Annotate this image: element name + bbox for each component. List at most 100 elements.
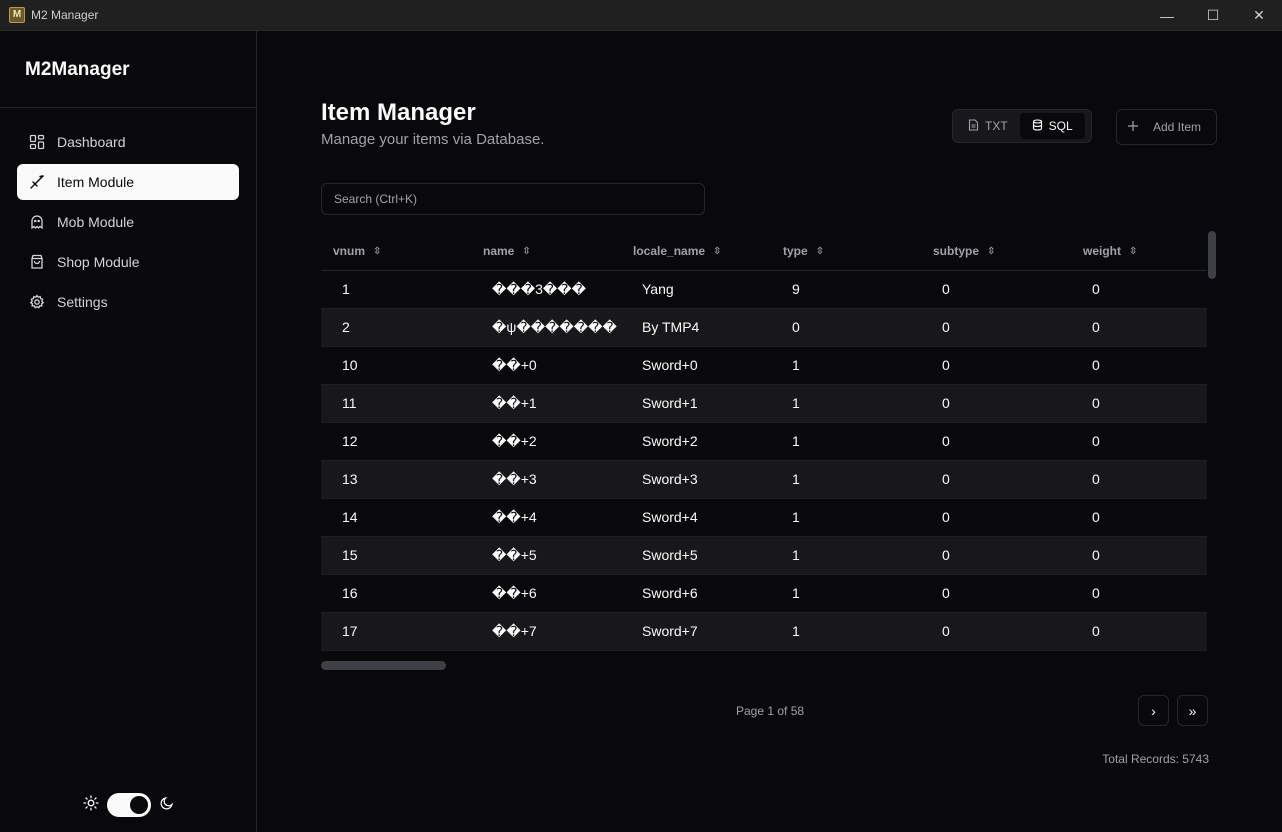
file-text-icon <box>968 118 979 134</box>
cell-name: ���3��� <box>471 270 621 309</box>
cell-name: ��+7 <box>471 612 621 651</box>
mode-txt-button[interactable]: TXT <box>956 113 1020 139</box>
mode-sql-label: SQL <box>1048 119 1073 133</box>
mode-sql-button[interactable]: SQL <box>1019 113 1085 139</box>
gear-icon <box>29 294 45 310</box>
window-title: M2 Manager <box>31 8 99 22</box>
sidebar-item-label: Shop Module <box>57 254 140 270</box>
last-page-button[interactable]: » <box>1177 695 1208 726</box>
cell-type: 1 <box>771 574 921 613</box>
cell-vnum: 15 <box>321 536 471 575</box>
vertical-scrollbar[interactable] <box>1208 231 1216 279</box>
close-button[interactable]: ✕ <box>1236 0 1282 31</box>
cell-vnum: 16 <box>321 574 471 613</box>
cell-vnum: 13 <box>321 460 471 499</box>
cell-subtype: 0 <box>921 574 1071 613</box>
cell-locale-name: Sword+5 <box>621 536 771 575</box>
sidebar-item-label: Mob Module <box>57 214 135 230</box>
column-header-subtype[interactable]: subtype ⇳ <box>921 232 1071 271</box>
double-chevron-right-icon: » <box>1188 702 1197 719</box>
cell-weight: 0 <box>1071 574 1207 613</box>
cell-name: ��+1 <box>471 384 621 423</box>
cell-locale-name: Sword+6 <box>621 574 771 613</box>
cell-type: 9 <box>771 270 921 309</box>
grid-icon <box>29 134 45 150</box>
table-row[interactable]: 10 ��+0 Sword+0 1 0 0 <box>321 346 1207 385</box>
search-input[interactable] <box>321 183 705 215</box>
column-header-type[interactable]: type ⇳ <box>771 232 921 271</box>
sidebar: M2Manager Dashboard Item Module Mob Modu… <box>0 31 257 832</box>
table-row[interactable]: 2 �ψ������� By TMP4 0 0 0 <box>321 308 1207 347</box>
cell-name: ��+4 <box>471 498 621 537</box>
cell-subtype: 0 <box>921 498 1071 537</box>
cell-name: ��+6 <box>471 574 621 613</box>
cell-type: 0 <box>771 308 921 347</box>
maximize-button[interactable]: ☐ <box>1190 0 1236 31</box>
moon-icon <box>159 795 175 816</box>
column-header-vnum[interactable]: vnum ⇳ <box>321 232 471 271</box>
theme-switch[interactable] <box>107 793 151 817</box>
column-header-weight[interactable]: weight ⇳ <box>1071 232 1207 271</box>
cell-locale-name: By TMP4 <box>621 308 771 347</box>
sidebar-item-mob-module[interactable]: Mob Module <box>17 204 239 240</box>
next-page-button[interactable]: › <box>1138 695 1169 726</box>
table-row[interactable]: 14 ��+4 Sword+4 1 0 0 <box>321 498 1207 537</box>
sidebar-item-dashboard[interactable]: Dashboard <box>17 124 239 160</box>
cell-weight: 0 <box>1071 384 1207 423</box>
sidebar-item-label: Item Module <box>57 174 135 190</box>
table-row[interactable]: 16 ��+6 Sword+6 1 0 0 <box>321 574 1207 613</box>
sort-icon: ⇳ <box>815 246 825 258</box>
cell-vnum: 1 <box>321 270 471 309</box>
window-titlebar: M M2 Manager — ☐ ✕ <box>0 0 1282 31</box>
column-header-locale-name[interactable]: locale_name ⇳ <box>621 232 771 271</box>
cell-name: �ψ������� <box>471 308 621 347</box>
cell-type: 1 <box>771 612 921 651</box>
cell-weight: 0 <box>1071 612 1207 651</box>
cell-name: ��+0 <box>471 346 621 385</box>
minimize-button[interactable]: — <box>1144 0 1190 31</box>
sort-icon: ⇳ <box>373 246 382 258</box>
sidebar-item-label: Dashboard <box>57 134 126 150</box>
theme-toggle <box>83 793 175 817</box>
horizontal-scrollbar[interactable] <box>321 661 446 670</box>
cell-type: 1 <box>771 422 921 461</box>
cell-vnum: 11 <box>321 384 471 423</box>
cell-locale-name: Sword+2 <box>621 422 771 461</box>
main-content: Item Manager Manage your items via Datab… <box>257 31 1282 832</box>
table-row[interactable]: 11 ��+1 Sword+1 1 0 0 <box>321 384 1207 423</box>
sidebar-nav: Dashboard Item Module Mob Module Shop Mo… <box>0 108 256 320</box>
cell-locale-name: Sword+0 <box>621 346 771 385</box>
table-header-row: vnum ⇳ name ⇳ locale_name ⇳ type ⇳ subtype ⇳ … <box>321 232 1207 271</box>
sidebar-item-item-module[interactable]: Item Module <box>17 164 239 200</box>
total-records: Total Records: 5743 <box>1102 752 1209 766</box>
cell-weight: 0 <box>1071 498 1207 537</box>
chevron-right-icon: › <box>1151 702 1156 719</box>
page-indicator: Page 1 of 58 <box>736 704 805 718</box>
add-item-button[interactable]: Add Item <box>1116 109 1217 145</box>
table-row[interactable]: 13 ��+3 Sword+3 1 0 0 <box>321 460 1207 499</box>
cell-locale-name: Sword+3 <box>621 460 771 499</box>
sidebar-item-settings[interactable]: Settings <box>17 284 239 320</box>
cell-name: ��+3 <box>471 460 621 499</box>
items-table-container: vnum ⇳ name ⇳ locale_name ⇳ type ⇳ subtype ⇳ … <box>321 232 1207 652</box>
table-row[interactable]: 12 ��+2 Sword+2 1 0 0 <box>321 422 1207 461</box>
cell-vnum: 17 <box>321 612 471 651</box>
table-row[interactable]: 15 ��+5 Sword+5 1 0 0 <box>321 536 1207 575</box>
cell-vnum: 10 <box>321 346 471 385</box>
cell-weight: 0 <box>1071 422 1207 461</box>
cell-subtype: 0 <box>921 422 1071 461</box>
cell-weight: 0 <box>1071 346 1207 385</box>
add-item-label: Add Item <box>1153 120 1202 134</box>
cell-vnum: 14 <box>321 498 471 537</box>
cell-type: 1 <box>771 498 921 537</box>
sort-icon: ⇳ <box>987 246 996 258</box>
sidebar-item-shop-module[interactable]: Shop Module <box>17 244 239 280</box>
app-logo-icon: M <box>9 7 25 23</box>
table-row[interactable]: 1 ���3��� Yang 9 0 0 <box>321 270 1207 309</box>
cell-type: 1 <box>771 384 921 423</box>
cell-locale-name: Sword+4 <box>621 498 771 537</box>
column-header-name[interactable]: name ⇳ <box>471 232 621 271</box>
cell-type: 1 <box>771 460 921 499</box>
page-title: Item Manager <box>321 99 476 126</box>
table-row[interactable]: 17 ��+7 Sword+7 1 0 0 <box>321 612 1207 651</box>
